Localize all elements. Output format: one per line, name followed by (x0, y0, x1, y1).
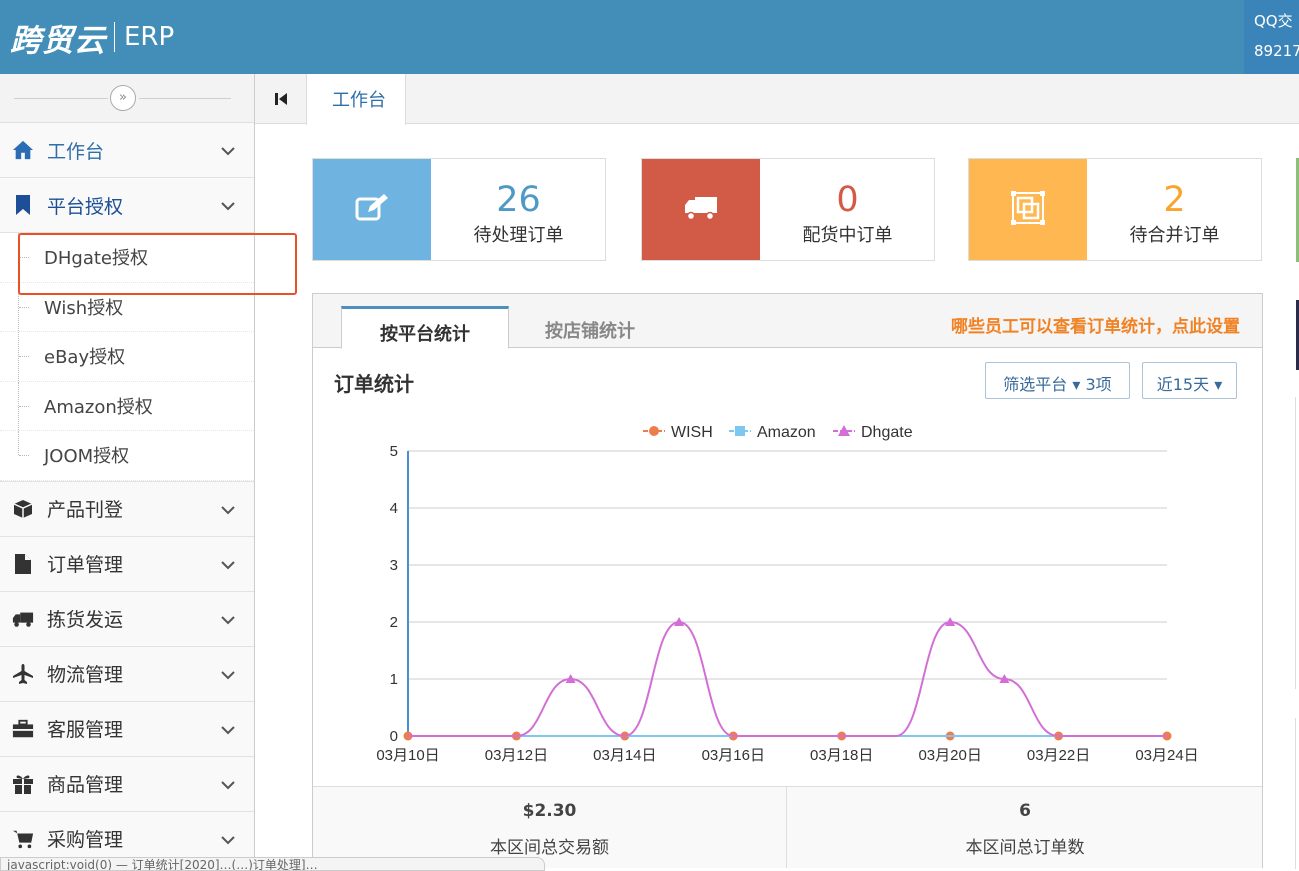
sidebar-subitem-joom[interactable]: JOOM授权 (0, 431, 254, 481)
briefcase-icon (12, 718, 34, 740)
x-tick-label: 03月22日 (1027, 747, 1090, 764)
card-merge-orders[interactable]: 2 待合并订单 (968, 158, 1262, 261)
y-tick-label: 0 (390, 728, 398, 745)
sidebar-item-platform-auth[interactable]: 平台授权 (0, 178, 254, 233)
chevron-down-icon (220, 830, 236, 849)
qq-contact[interactable]: QQ交 89217 (1244, 0, 1299, 74)
date-range-button[interactable]: 近15天 ▾ (1142, 362, 1237, 399)
x-tick-label: 03月14日 (593, 747, 656, 764)
chevron-down-icon (220, 665, 236, 684)
sidebar-toggle-row: » (0, 74, 254, 123)
truck-icon (12, 608, 34, 630)
home-icon (12, 139, 34, 161)
sidebar-item-dashboard[interactable]: 工作台 (0, 123, 254, 178)
legend-marker-amazon (735, 426, 745, 436)
collapse-tabs-icon[interactable] (271, 88, 291, 110)
tab-bar: 工作台 (255, 74, 1299, 125)
stats-summary: $2.30 本区间总交易额 6 本区间总订单数 (313, 786, 1262, 868)
legend-label-amazon: Amazon (757, 424, 816, 441)
plane-icon (12, 663, 34, 685)
y-tick-label: 2 (390, 614, 398, 631)
sidebar: » 工作台 平台授权 DHgate授权 Wish授权 eBay授权 Amazon… (0, 74, 255, 869)
cart-icon (12, 828, 34, 850)
x-tick-label: 03月10日 (376, 747, 439, 764)
x-tick-label: 03月18日 (810, 747, 873, 764)
chevron-down-icon (220, 720, 236, 739)
x-tick-label: 03月12日 (485, 747, 548, 764)
card-pending-orders[interactable]: 26 待处理订单 (312, 158, 606, 261)
legend-marker-wish (649, 426, 659, 436)
sidebar-item-customer-service[interactable]: 客服管理 (0, 701, 254, 757)
cube-icon (12, 498, 34, 520)
merge-icon (1010, 190, 1046, 230)
chevron-down-icon (220, 775, 236, 794)
edit-icon (354, 193, 390, 227)
order-stats-panel: 按平台统计 按店铺统计 哪些员工可以查看订单统计，点此设置 订单统计 筛选平台 … (312, 293, 1263, 868)
y-tick-label: 5 (390, 443, 398, 460)
sidebar-item-picking-shipping[interactable]: 拣货发运 (0, 591, 254, 647)
y-tick-label: 1 (390, 671, 398, 688)
top-header: 跨贸云 ERP QQ交 89217 (0, 0, 1299, 74)
sidebar-item-orders[interactable]: 订单管理 (0, 536, 254, 592)
stats-permission-link[interactable]: 哪些员工可以查看订单统计，点此设置 (951, 312, 1240, 337)
sidebar-item-goods[interactable]: 商品管理 (0, 756, 254, 812)
app-logo[interactable]: 跨贸云 ERP (10, 16, 174, 59)
total-amount-stat: $2.30 本区间总交易额 (313, 787, 787, 868)
x-tick-label: 03月20日 (918, 747, 981, 764)
sidebar-collapse-toggle[interactable]: » (110, 85, 136, 111)
sidebar-item-product-listing[interactable]: 产品刊登 (0, 481, 254, 537)
filter-platform-button[interactable]: 筛选平台 ▾ 3项 (985, 362, 1130, 399)
highlight-box (18, 233, 297, 295)
x-tick-label: 03月24日 (1135, 747, 1198, 764)
chevron-down-icon (220, 555, 236, 574)
card-picking-orders[interactable]: 0 配货中订单 (641, 158, 935, 261)
truck-icon (683, 195, 719, 225)
chevron-down-icon (220, 141, 236, 160)
y-tick-label: 4 (390, 500, 398, 517)
chevron-down-icon (220, 610, 236, 629)
tab-by-store[interactable]: 按店铺统计 (510, 306, 670, 349)
file-icon (12, 553, 34, 575)
total-orders-stat: 6 本区间总订单数 (965, 801, 1085, 858)
sidebar-subitem-amazon[interactable]: Amazon授权 (0, 381, 254, 431)
stats-title: 订单统计 (334, 372, 414, 396)
tab-by-platform[interactable]: 按平台统计 (341, 306, 509, 349)
tab-dashboard[interactable]: 工作台 (306, 74, 406, 125)
y-tick-label: 3 (390, 557, 398, 574)
x-tick-label: 03月16日 (702, 747, 765, 764)
sidebar-subitem-ebay[interactable]: eBay授权 (0, 332, 254, 382)
chevron-down-icon (220, 196, 236, 215)
bookmark-icon (12, 194, 34, 216)
order-line-chart: 0 1 2 3 4 5 03月10日 03月12日 03月14日 03月16日 03月18日 03月2… (376, 424, 1198, 764)
sidebar-item-logistics[interactable]: 物流管理 (0, 646, 254, 702)
stats-tabs: 按平台统计 按店铺统计 哪些员工可以查看订单统计，点此设置 (313, 294, 1262, 349)
legend-label-wish: WISH (671, 424, 713, 441)
chevron-down-icon (220, 500, 236, 519)
legend-label-dhgate: Dhgate (861, 424, 913, 441)
gift-icon (12, 773, 34, 795)
